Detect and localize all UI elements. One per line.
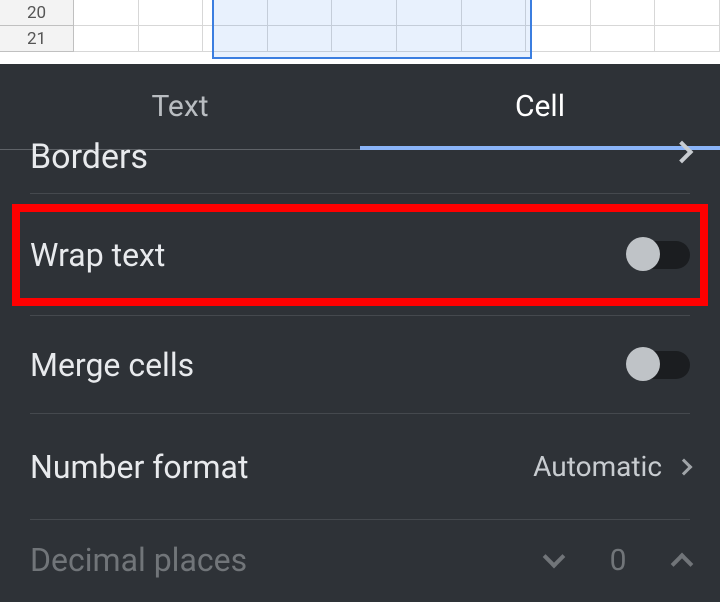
menu-item-wrap-text[interactable]: Wrap text bbox=[30, 194, 690, 316]
tab-cell[interactable]: Cell bbox=[360, 64, 720, 149]
number-format-value: Automatic bbox=[533, 450, 662, 483]
menu-item-number-format[interactable]: Number format Automatic bbox=[30, 414, 690, 520]
menu-item-merge-cells[interactable]: Merge cells bbox=[30, 316, 690, 414]
merge-cells-label: Merge cells bbox=[30, 346, 194, 384]
selection-rectangle bbox=[212, 0, 532, 59]
toggle-knob bbox=[626, 347, 660, 381]
toggle-knob bbox=[626, 237, 660, 271]
wrap-text-toggle[interactable] bbox=[628, 241, 690, 269]
spreadsheet-preview: 20 21 bbox=[0, 0, 720, 64]
chevron-right-icon bbox=[676, 458, 693, 475]
decimal-places-label: Decimal places bbox=[30, 541, 247, 579]
decimal-places-value: 0 bbox=[608, 543, 628, 578]
format-tabs: Text Cell bbox=[0, 64, 720, 150]
menu-item-borders[interactable]: Borders bbox=[30, 150, 690, 194]
merge-cells-toggle[interactable] bbox=[628, 351, 690, 379]
row-header[interactable]: 20 bbox=[0, 0, 73, 26]
menu-item-decimal-places: Decimal places 0 bbox=[30, 520, 690, 600]
tab-text[interactable]: Text bbox=[0, 64, 360, 149]
chevron-up-icon[interactable] bbox=[671, 553, 694, 576]
row-header[interactable]: 21 bbox=[0, 26, 73, 52]
wrap-text-label: Wrap text bbox=[30, 236, 165, 274]
cell-grid[interactable] bbox=[74, 0, 720, 52]
number-format-label: Number format bbox=[30, 448, 248, 486]
decimal-places-stepper: 0 bbox=[546, 543, 690, 578]
format-panel: Text Cell Borders Wrap text Merge cells bbox=[0, 64, 720, 602]
chevron-down-icon[interactable] bbox=[543, 546, 566, 569]
